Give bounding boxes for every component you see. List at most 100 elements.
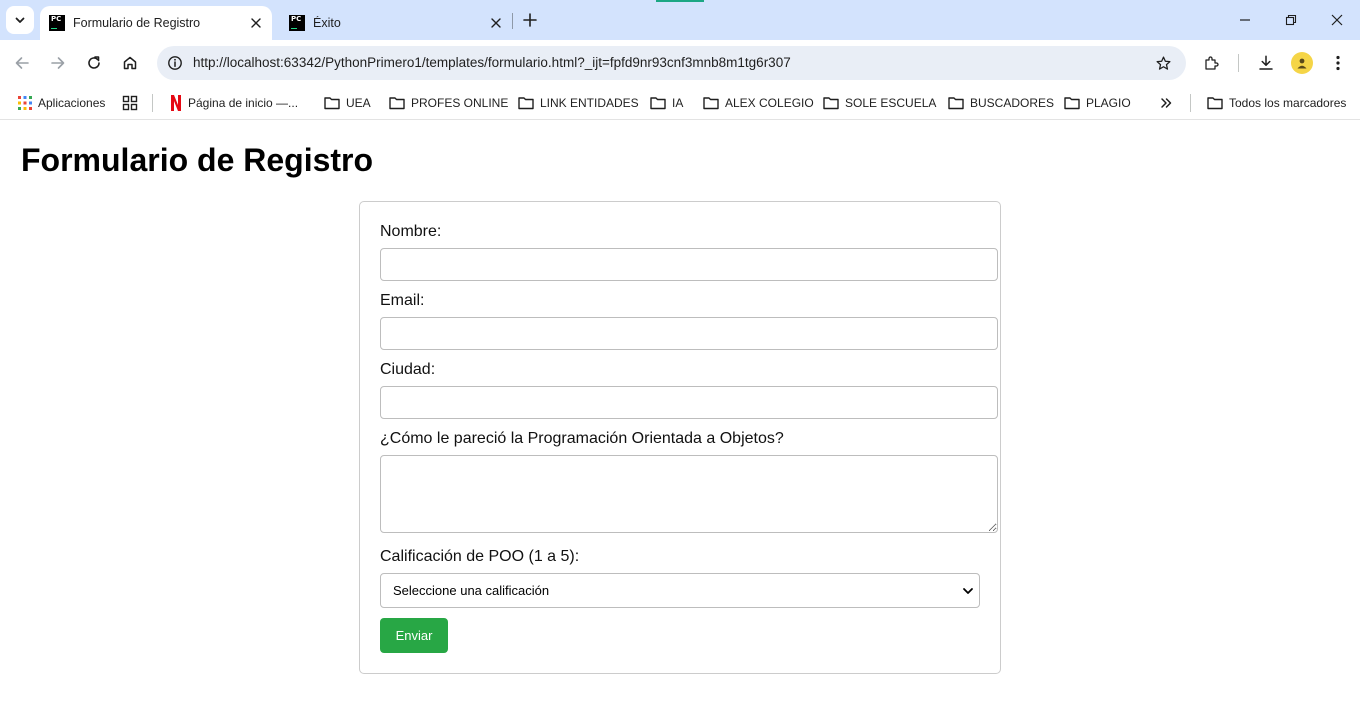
name-label: Nombre: — [380, 223, 442, 240]
rating-selected-value: Seleccione una calificación — [393, 583, 550, 598]
bookmark-label: Todos los marcadores — [1229, 96, 1347, 110]
bookmark-folder-ia[interactable]: IA — [650, 92, 683, 114]
tab-close-button[interactable] — [246, 13, 266, 33]
folder-icon — [324, 97, 340, 110]
opinion-textarea[interactable] — [380, 455, 998, 533]
tab-exito[interactable]: PC Éxito — [280, 6, 512, 40]
site-info-icon[interactable] — [163, 51, 187, 75]
tab-close-button[interactable] — [486, 13, 506, 33]
arrow-left-icon — [15, 57, 29, 69]
bookmark-folder-link-entidades[interactable]: LINK ENTIDADES — [518, 92, 639, 114]
bookmark-folder-buscadores[interactable]: BUSCADORES — [948, 92, 1054, 114]
bookmark-folder-sole-escuela[interactable]: SOLE ESCUELA — [823, 92, 936, 114]
bookmark-label: ALEX COLEGIO — [725, 96, 814, 110]
folder-icon — [650, 97, 666, 110]
download-icon — [1259, 55, 1273, 70]
menu-button[interactable] — [1326, 51, 1350, 75]
bookmark-star-button[interactable] — [1152, 52, 1174, 74]
pycharm-icon: PC — [289, 15, 305, 31]
close-window-button[interactable] — [1314, 0, 1360, 40]
folder-icon — [389, 97, 405, 110]
new-tab-button[interactable] — [518, 8, 542, 32]
address-bar[interactable]: http://localhost:63342/PythonPrimero1/te… — [157, 46, 1186, 80]
home-button[interactable] — [116, 49, 144, 77]
back-button[interactable] — [8, 49, 36, 77]
tab-strip-accent — [656, 0, 704, 2]
rating-select[interactable]: Seleccione una calificación — [380, 573, 980, 608]
minimize-icon — [1240, 19, 1250, 21]
folder-icon — [703, 97, 719, 110]
tab-title: Éxito — [313, 16, 341, 30]
close-icon — [1331, 14, 1343, 26]
pycharm-icon: PC — [49, 15, 65, 31]
folder-icon — [518, 97, 534, 110]
bookmark-apps[interactable]: Aplicaciones — [18, 92, 105, 114]
more-vertical-icon — [1336, 55, 1340, 71]
arrow-right-icon — [51, 57, 65, 69]
bookmark-label: BUSCADORES — [970, 96, 1055, 110]
puzzle-icon — [1205, 56, 1219, 70]
bookmark-label: LINK ENTIDADES — [540, 96, 639, 110]
city-input[interactable] — [380, 386, 998, 419]
extensions-button[interactable] — [1200, 51, 1224, 75]
bookmark-label: PLAGIO — [1086, 96, 1131, 110]
plus-icon — [523, 13, 537, 27]
bookmarks-separator — [1190, 94, 1191, 112]
bookmarks-separator — [152, 94, 153, 112]
name-input[interactable] — [380, 248, 998, 281]
restore-button[interactable] — [1268, 0, 1314, 40]
opinion-label: ¿Cómo le pareció la Programación Orienta… — [380, 430, 784, 447]
close-icon — [251, 18, 261, 28]
email-input[interactable] — [380, 317, 998, 350]
tab-groups-icon — [122, 95, 138, 111]
bookmark-folder-uea[interactable]: UEA — [324, 92, 371, 114]
avatar-icon — [1297, 58, 1307, 69]
tab-formulario[interactable]: PC Formulario de Registro — [40, 6, 272, 40]
netflix-icon — [171, 95, 181, 111]
downloads-button[interactable] — [1254, 51, 1278, 75]
bookmark-all-bookmarks[interactable]: Todos los marcadores — [1207, 92, 1346, 114]
double-chevron-right-icon — [1161, 98, 1172, 108]
folder-icon — [948, 97, 964, 110]
bookmark-folder-alex-colegio[interactable]: ALEX COLEGIO — [703, 92, 814, 114]
restore-icon — [1285, 14, 1297, 26]
bookmarks-bar: Aplicaciones Página de inicio —... UEA P… — [0, 86, 1360, 120]
tab-title: Formulario de Registro — [73, 16, 201, 30]
reload-button[interactable] — [80, 49, 108, 77]
tab-separator — [512, 13, 513, 29]
reload-icon — [88, 56, 100, 69]
folder-icon — [1207, 97, 1223, 110]
bookmark-netflix[interactable]: Página de inicio —... — [170, 92, 298, 114]
bookmark-tab-groups[interactable] — [122, 92, 144, 114]
forward-button[interactable] — [44, 49, 72, 77]
minimize-button[interactable] — [1222, 0, 1268, 40]
chevron-down-icon — [15, 17, 25, 23]
bookmarks-overflow-button[interactable] — [1160, 92, 1178, 114]
info-icon — [168, 56, 182, 70]
page-title: Formulario de Registro — [21, 142, 374, 178]
bookmark-label: Aplicaciones — [38, 96, 106, 110]
bookmark-label: IA — [672, 96, 684, 110]
browser-toolbar: http://localhost:63342/PythonPrimero1/te… — [0, 40, 1360, 86]
bookmark-folder-plagio[interactable]: PLAGIO — [1064, 92, 1131, 114]
email-label: Email: — [380, 292, 425, 309]
registration-form: Nombre: Email: Ciudad: ¿Cómo le pareció … — [359, 201, 1001, 674]
tab-search-button[interactable] — [6, 6, 34, 34]
toolbar-separator — [1238, 54, 1239, 72]
bookmark-label: UEA — [346, 96, 371, 110]
bookmark-label: PROFES ONLINE — [411, 96, 509, 110]
close-icon — [491, 18, 501, 28]
apps-grid-icon — [18, 96, 32, 110]
url-text[interactable]: http://localhost:63342/PythonPrimero1/te… — [193, 55, 791, 70]
bookmark-label: Página de inicio —... — [188, 96, 299, 110]
rating-label: Calificación de POO (1 a 5): — [380, 548, 580, 565]
bookmark-label: SOLE ESCUELA — [845, 96, 937, 110]
bookmark-folder-profes-online[interactable]: PROFES ONLINE — [389, 92, 508, 114]
submit-button[interactable]: Enviar — [380, 618, 448, 653]
folder-icon — [1064, 97, 1080, 110]
star-icon — [1155, 55, 1171, 70]
profile-avatar[interactable] — [1291, 52, 1313, 74]
city-label: Ciudad: — [380, 361, 436, 378]
home-icon — [123, 56, 137, 70]
folder-icon — [823, 97, 839, 110]
